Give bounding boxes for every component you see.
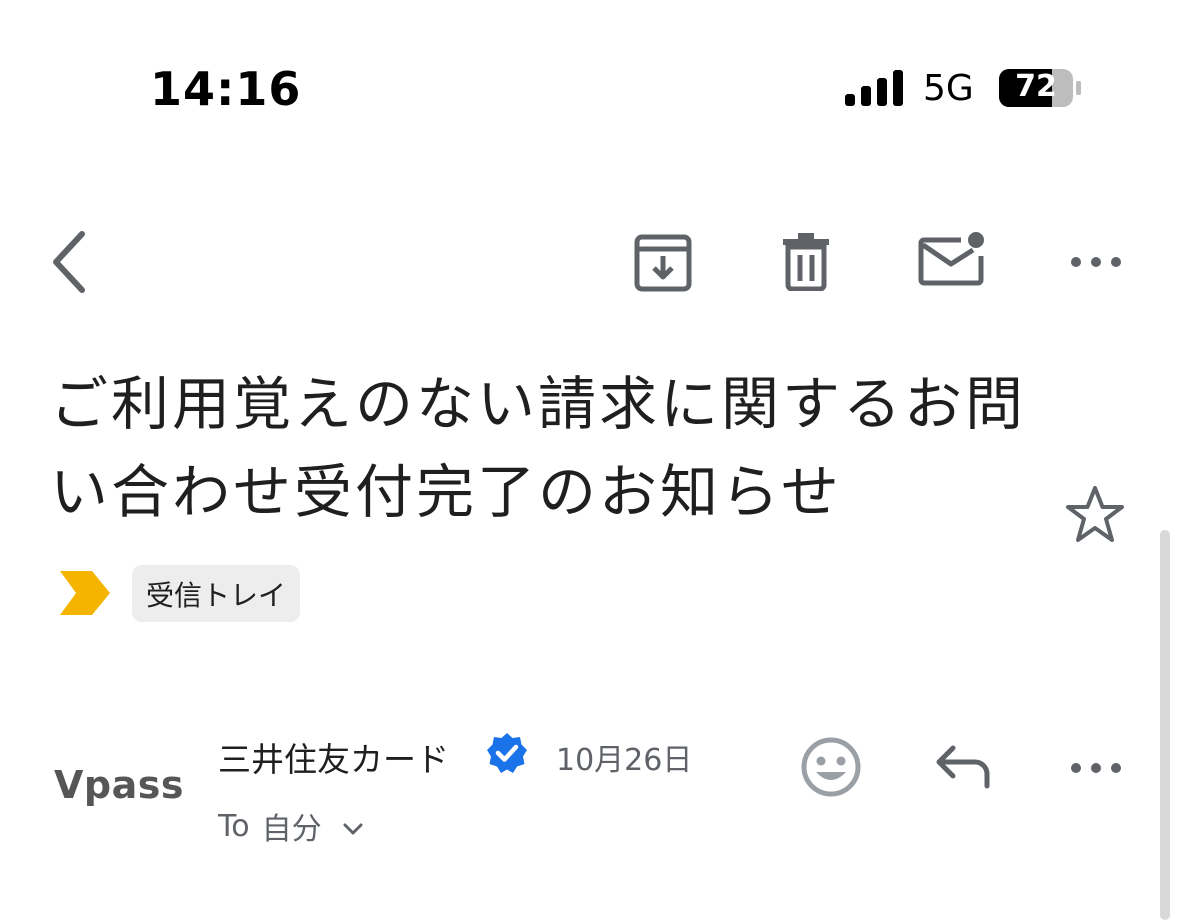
- verified-badge-icon: [487, 733, 527, 773]
- reply-button[interactable]: [930, 736, 996, 796]
- sender-avatar: Vpass: [54, 763, 184, 807]
- importance-marker-icon: [60, 571, 110, 615]
- chevron-left-icon: [53, 231, 85, 293]
- email-date: 10月26日: [556, 743, 693, 778]
- email-subject: ご利用覚えのない請求に関するお問い合わせ受付完了のお知らせ: [50, 370, 1027, 526]
- battery-level: 72: [1015, 69, 1057, 104]
- archive-icon: [634, 234, 692, 292]
- reply-icon: [936, 745, 990, 789]
- message-more-options-button[interactable]: [1064, 750, 1128, 786]
- status-time: 14:16: [150, 62, 302, 116]
- star-button[interactable]: [1062, 482, 1128, 548]
- sender-name[interactable]: 三井住友カード: [218, 733, 449, 781]
- scrollbar[interactable]: [1160, 530, 1170, 920]
- archive-button[interactable]: [630, 230, 696, 296]
- recipient-details-toggle[interactable]: To 自分: [218, 804, 366, 848]
- star-outline-icon: [1066, 486, 1124, 542]
- cellular-signal-icon: [845, 70, 903, 106]
- more-horizontal-icon: [1071, 257, 1121, 267]
- mail-unread-icon: [918, 232, 984, 286]
- trash-icon: [783, 233, 829, 291]
- mark-unread-button[interactable]: [914, 228, 990, 292]
- chevron-down-icon: [343, 823, 363, 835]
- to-prefix: To: [218, 808, 250, 844]
- more-horizontal-icon: [1071, 763, 1121, 773]
- network-type: 5G: [923, 68, 974, 109]
- more-options-button[interactable]: [1064, 244, 1128, 280]
- label-chip-inbox[interactable]: 受信トレイ: [132, 565, 301, 622]
- add-reaction-button[interactable]: [798, 734, 864, 800]
- emoji-smile-icon: [801, 737, 861, 797]
- recipient-name: 自分: [261, 812, 322, 847]
- back-button[interactable]: [38, 222, 98, 302]
- delete-button[interactable]: [776, 228, 836, 294]
